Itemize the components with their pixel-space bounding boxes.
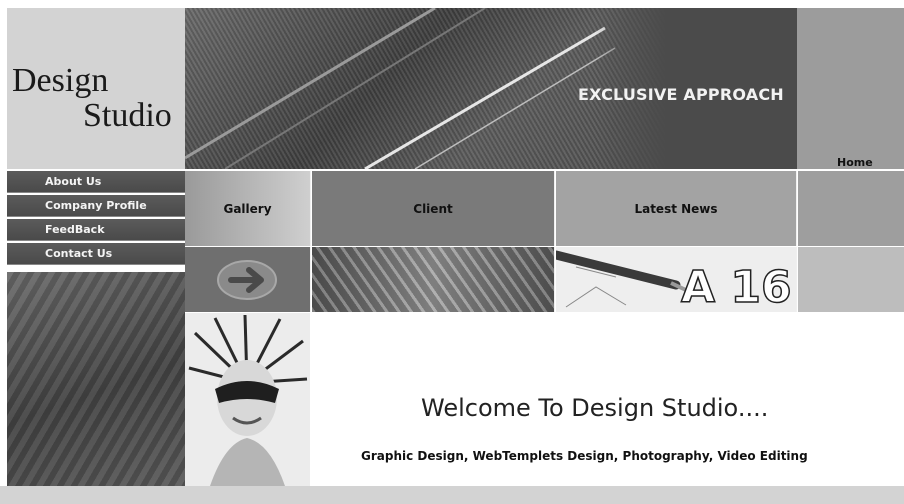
nav-feedback[interactable]: FeedBack <box>7 219 185 241</box>
services-text: Graphic Design, WebTemplets Design, Phot… <box>361 449 808 463</box>
menu-spacer <box>798 171 904 246</box>
feather-quill <box>414 47 616 169</box>
masked-woman-image <box>185 313 310 486</box>
home-panel: Home <box>797 8 904 169</box>
logo-text-design: Design <box>12 62 109 99</box>
logo-text-studio: Studio <box>83 97 172 134</box>
arrow-circle-icon[interactable] <box>185 247 310 312</box>
menu-gallery[interactable]: Gallery <box>185 171 311 246</box>
menu-latest-news[interactable]: Latest News <box>556 171 797 246</box>
banner-tagline: EXCLUSIVE APPROACH <box>578 85 784 104</box>
header-banner-image: EXCLUSIVE APPROACH <box>185 8 797 169</box>
drafting-thumbnail: A 16 <box>556 247 797 312</box>
feather-quill <box>185 8 436 160</box>
masked-woman-illustration <box>185 313 310 486</box>
drafting-letters: A 16 <box>681 262 792 312</box>
logo-panel: Design Studio <box>7 8 185 169</box>
thumbnail-spacer <box>798 247 904 312</box>
nav-about-us[interactable]: About Us <box>7 171 185 193</box>
side-nav: About Us Company Profile FeedBack Contac… <box>7 171 185 267</box>
nav-company-profile[interactable]: Company Profile <box>7 195 185 217</box>
home-link[interactable]: Home <box>837 156 873 169</box>
feather-quill <box>224 8 486 169</box>
welcome-heading: Welcome To Design Studio.... <box>421 394 769 422</box>
feather-quill-highlight <box>364 26 606 169</box>
feathers-thumbnail <box>312 247 555 312</box>
menu-client[interactable]: Client <box>312 171 555 246</box>
footer-bar <box>0 486 904 504</box>
drafting-pen-image: A 16 <box>556 247 796 312</box>
nav-contact-us[interactable]: Contact Us <box>7 243 185 265</box>
side-feather-image <box>7 272 185 486</box>
arrow-thumbnail[interactable] <box>185 247 311 312</box>
